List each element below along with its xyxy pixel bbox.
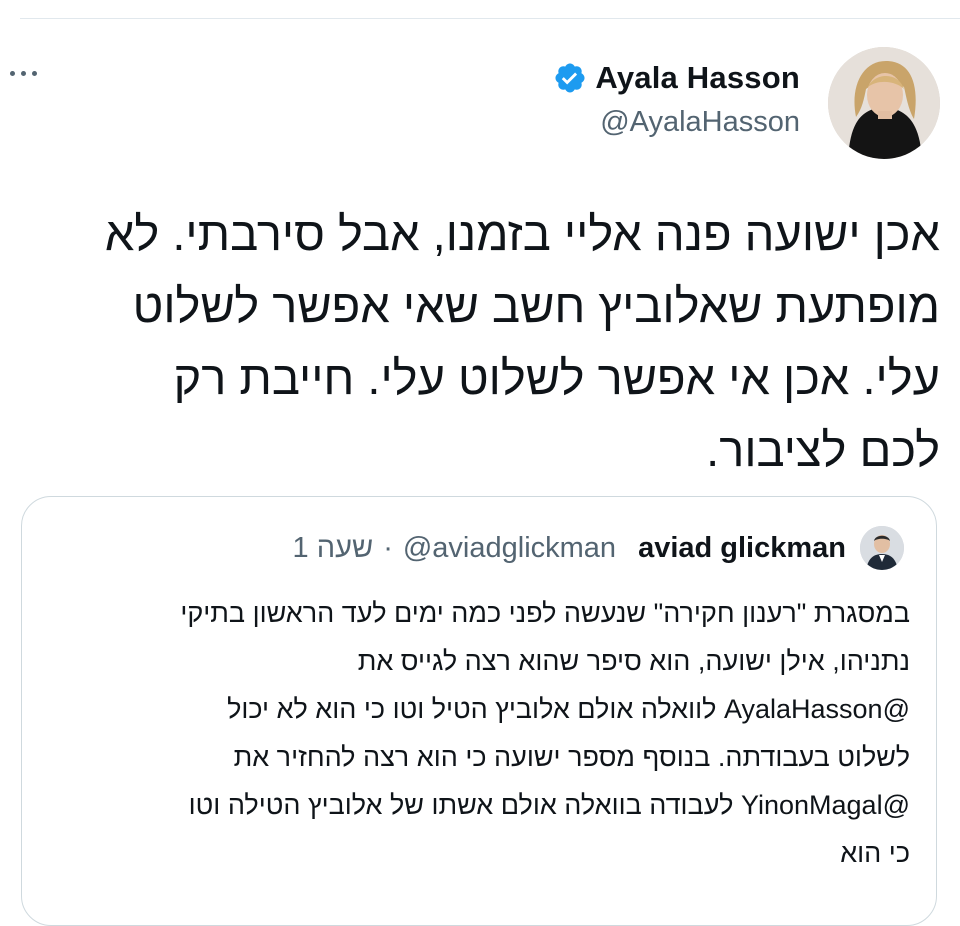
quoted-tweet-author-name[interactable]: aviad glickman xyxy=(638,532,846,565)
author-avatar-image xyxy=(828,47,940,159)
quoted-tweet-separator: · xyxy=(383,531,393,564)
quoted-tweet-text: במסגרת "רענון חקירה" שנעשה לפני כמה ימים… xyxy=(42,589,910,877)
tweet-text-line: לכם לציבור. xyxy=(706,423,940,476)
quoted-text-line: לשלוט בעבודתה. בנוסף מספר ישועה כי הוא ר… xyxy=(233,742,910,772)
quoted-text-line: כי הוא xyxy=(840,838,910,868)
quoted-text-line: במסגרת "רענון חקירה" שנעשה לפני כמה ימים… xyxy=(180,598,910,628)
quoted-text-line: @YinonMagal לעבודה בוואלה אולם אשתו של א… xyxy=(188,790,910,820)
more-options-button[interactable] xyxy=(4,58,44,88)
quoted-tweet-handle[interactable]: @aviadglickman xyxy=(403,532,616,565)
quoted-tweet-time[interactable]: שעה 1 xyxy=(293,532,374,565)
quoted-tweet-card[interactable]: שעה 1 · @aviadglickman aviad glickman במ… xyxy=(21,496,937,926)
quoted-avatar-image xyxy=(860,526,904,570)
more-dot xyxy=(32,70,37,76)
tweet-text-line: אכן ישועה פנה אליי בזמנו, אבל סירבתי. לא xyxy=(104,207,940,260)
quoted-tweet-avatar[interactable] xyxy=(860,526,904,570)
tweet-author-block: Ayala Hasson @AyalaHasson xyxy=(553,56,800,139)
quoted-text-line: נתניהו, אילן ישועה, הוא סיפר שהוא רצה לג… xyxy=(357,646,910,676)
more-dot xyxy=(21,70,26,76)
verified-badge-icon xyxy=(555,63,585,93)
tweet-author-handle[interactable]: @AyalaHasson xyxy=(553,106,800,139)
tweet-author-name[interactable]: Ayala Hasson xyxy=(595,60,800,96)
quoted-text-line: @AyalaHasson לוואלה אולם אלוביץ הטיל וטו… xyxy=(227,694,910,724)
quoted-tweet-header: שעה 1 · @aviadglickman aviad glickman xyxy=(293,525,904,571)
tweet-text-line: עלי. אכן אי אפשר לשלוט עלי. חייבת רק xyxy=(173,351,940,404)
tweet-text: אכן ישועה פנה אליי בזמנו, אבל סירבתי. לא… xyxy=(20,198,940,486)
more-dots-icon xyxy=(10,70,15,76)
tweet-text-line: מופתעת שאלוביץ חשב שאי אפשר לשלוט xyxy=(132,279,940,332)
author-name-row: Ayala Hasson xyxy=(553,56,800,100)
top-divider xyxy=(20,18,960,19)
author-avatar[interactable] xyxy=(828,47,940,159)
